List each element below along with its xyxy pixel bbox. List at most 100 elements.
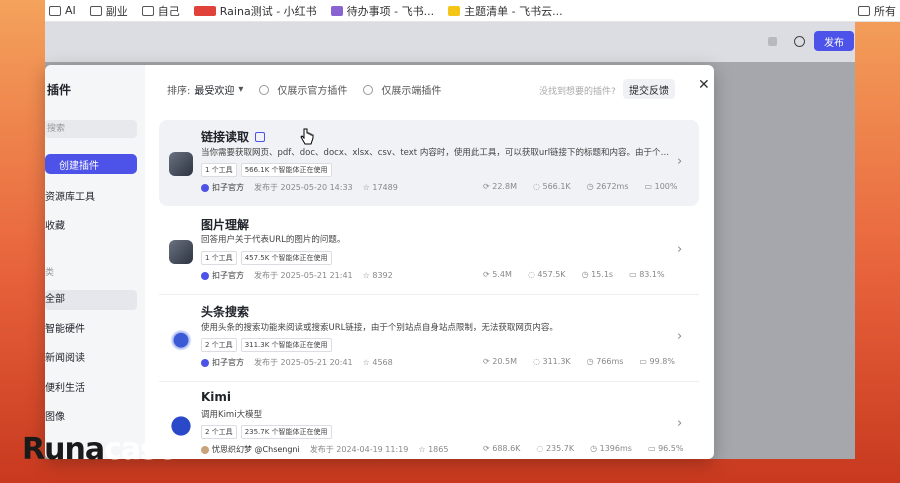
plugin-card[interactable]: Kimi 调用Kimi大模型 2 个工具 235.7K 个智能体正在使用 忧思织… [159, 382, 699, 459]
sidebar-item-resource-tools[interactable]: 资源库工具 [45, 188, 137, 208]
bookmark-side[interactable]: 副业 [89, 3, 128, 19]
hand-cursor-icon [300, 128, 314, 145]
feedback-button[interactable]: 提交反馈 [623, 79, 675, 99]
settings-icon[interactable] [768, 37, 777, 46]
plugin-avatar [169, 327, 193, 351]
all-bookmarks[interactable]: 所有 [858, 0, 896, 21]
plugin-desc: 回答用户关于代表URL的图片的问题。 [201, 235, 346, 245]
official-only-label[interactable]: 仅展示官方插件 [277, 82, 347, 97]
plugin-title: 头条搜索 [201, 305, 250, 319]
official-only-radio[interactable] [259, 84, 270, 95]
plugin-desc: 当你需要获取网页、pdf、doc、docx、xlsx、csv、text 内容时，… [201, 148, 671, 158]
plugin-desc: 调用Kimi大模型 [201, 410, 263, 420]
publish-date: 发布于 2024-04-19 11:19 [309, 445, 409, 454]
bookmark-topics[interactable]: 主题清单 - 飞书云... [448, 3, 563, 19]
history-icon[interactable] [794, 36, 805, 47]
plugin-meta: 扣子官方 发布于 2025-05-20 14:33 ☆ 17489 [201, 182, 398, 193]
chevron-down-icon[interactable]: ▾ [238, 84, 243, 95]
plugin-author: 扣子官方 [201, 270, 244, 281]
plugin-meta: 扣子官方 发布于 2025-05-21 20:41 ☆ 4568 [201, 357, 393, 368]
success-stat: ▭ 83.1% [629, 270, 665, 279]
folder-icon [89, 5, 102, 16]
success-stat: ▭ 99.8% [639, 357, 675, 366]
success-stat: ▭ 96.5% [647, 444, 684, 453]
calls-stat: ⟳ 5.4M [483, 270, 512, 279]
star-count: ☆ 4568 [362, 358, 393, 367]
sort-dropdown[interactable]: 最受欢迎 [194, 82, 234, 97]
calls-stat: ⟳ 22.8M [483, 182, 517, 191]
publish-button[interactable]: 发布 [814, 31, 854, 51]
plugin-title: Kimi [201, 390, 232, 404]
plugin-stats: ⟳ 5.4M ◌ 457.5K ◷ 15.1s ▭ 83.1% [483, 270, 665, 279]
plugin-avatar [169, 152, 193, 176]
create-plugin-button[interactable]: 创建插件 [45, 154, 137, 174]
device-only-label[interactable]: 仅展示端插件 [381, 82, 441, 97]
sidebar-search-input[interactable]: 搜索 [45, 120, 137, 138]
plugin-author: 忧思织幻梦 @Chsengni [201, 444, 300, 455]
star-count: ☆ 8392 [362, 271, 393, 280]
chevron-right-icon[interactable]: › [677, 154, 682, 169]
latency-stat: ◷ 766ms [586, 357, 624, 366]
plugin-author: 扣子官方 [201, 182, 244, 193]
bookmark-ai[interactable]: AI [49, 4, 76, 17]
plugin-tags: 1 个工具 566.1K 个智能体正在使用 [201, 163, 332, 177]
plugin-card[interactable]: 图片理解 回答用户关于代表URL的图片的问题。 1 个工具 457.5K 个智能… [159, 208, 699, 294]
sidebar-item-image[interactable]: 图像 [45, 408, 137, 428]
doc-icon [330, 5, 343, 16]
latency-stat: ◷ 1396ms [590, 444, 632, 453]
publish-date: 发布于 2025-05-21 21:41 [254, 271, 353, 280]
chevron-right-icon[interactable]: › [677, 329, 682, 344]
author-avatar [201, 271, 209, 280]
latency-stat: ◷ 2672ms [586, 182, 629, 191]
bots-stat: ◌ 457.5K [527, 270, 566, 279]
tool-count-tag: 1 个工具 [201, 163, 237, 177]
plugin-card[interactable]: 链接读取 当你需要获取网页、pdf、doc、docx、xlsx、csv、text… [159, 120, 699, 206]
xiaohongshu-icon [193, 5, 216, 16]
usage-tag: 457.5K 个智能体正在使用 [240, 251, 332, 265]
sidebar-item-life[interactable]: 便利生活 [45, 379, 137, 399]
plugin-author: 扣子官方 [201, 357, 244, 368]
tool-count-tag: 2 个工具 [201, 338, 237, 352]
plugin-avatar [169, 240, 193, 264]
tool-count-tag: 2 个工具 [201, 425, 237, 439]
latency-stat: ◷ 15.1s [581, 270, 614, 279]
folder-icon [141, 5, 154, 16]
chevron-right-icon[interactable]: › [677, 242, 682, 257]
usage-tag: 311.3K 个智能体正在使用 [240, 338, 332, 352]
sidebar-item-news[interactable]: 新闻阅读 [45, 349, 137, 369]
plugin-desc: 使用头条的搜索功能来阅读或搜索URL链接，由于个别站点自身站点限制，无法获取网页… [201, 323, 558, 333]
plugin-modal: 插件 搜索 创建插件 资源库工具 收藏 类 全部 智能硬件 新闻阅读 便利生活 … [45, 65, 714, 459]
calls-stat: ⟳ 688.6K [483, 444, 521, 453]
publish-date: 发布于 2025-05-20 14:33 [254, 183, 353, 192]
plugin-card[interactable]: 头条搜索 使用头条的搜索功能来阅读或搜索URL链接，由于个别站点自身站点限制，无… [159, 295, 699, 381]
author-avatar [201, 445, 209, 454]
plugin-tags: 2 个工具 311.3K 个智能体正在使用 [201, 338, 332, 352]
plugin-toolbar: 排序: 最受欢迎 ▾ 仅展示官方插件 仅展示端插件 [167, 82, 441, 97]
chevron-right-icon[interactable]: › [677, 416, 682, 431]
sidebar-item-smart-hardware[interactable]: 智能硬件 [45, 320, 137, 340]
plugin-title: 图片理解 [201, 218, 250, 232]
close-icon[interactable]: ✕ [698, 77, 710, 93]
device-only-radio[interactable] [363, 84, 374, 95]
bookmark-xiaohongshu[interactable]: Raina测试 - 小红书 [193, 3, 317, 19]
star-count: ☆ 1865 [418, 445, 449, 454]
sidebar-item-favorites[interactable]: 收藏 [45, 217, 137, 237]
plugin-title: 链接读取 [201, 128, 266, 145]
star-count: ☆ 17489 [362, 183, 398, 192]
note-icon [448, 5, 461, 16]
sort-label: 排序: [167, 86, 191, 97]
bookmark-todo[interactable]: 待办事项 - 飞书... [330, 3, 434, 19]
watermark-logo: Runacase [22, 432, 177, 467]
usage-tag: 566.1K 个智能体正在使用 [240, 163, 332, 177]
external-link-icon[interactable] [255, 132, 266, 142]
plugin-tags: 2 个工具 235.7K 个智能体正在使用 [201, 425, 332, 439]
bookmark-self[interactable]: 自己 [141, 3, 180, 19]
usage-tag: 235.7K 个智能体正在使用 [240, 425, 332, 439]
author-avatar [201, 358, 209, 367]
plugin-stats: ⟳ 20.5M ◌ 311.3K ◷ 766ms ▭ 99.8% [483, 357, 675, 366]
sidebar-item-all[interactable]: 全部 [45, 290, 137, 310]
bookmarks-bar: AI 副业 自己 Raina测试 - 小红书 待办事项 - 飞书... 主题清单… [45, 0, 900, 22]
plugin-meta: 忧思织幻梦 @Chsengni 发布于 2024-04-19 11:19 ☆ 1… [201, 444, 448, 455]
author-avatar [201, 183, 209, 192]
publish-date: 发布于 2025-05-21 20:41 [254, 358, 353, 367]
